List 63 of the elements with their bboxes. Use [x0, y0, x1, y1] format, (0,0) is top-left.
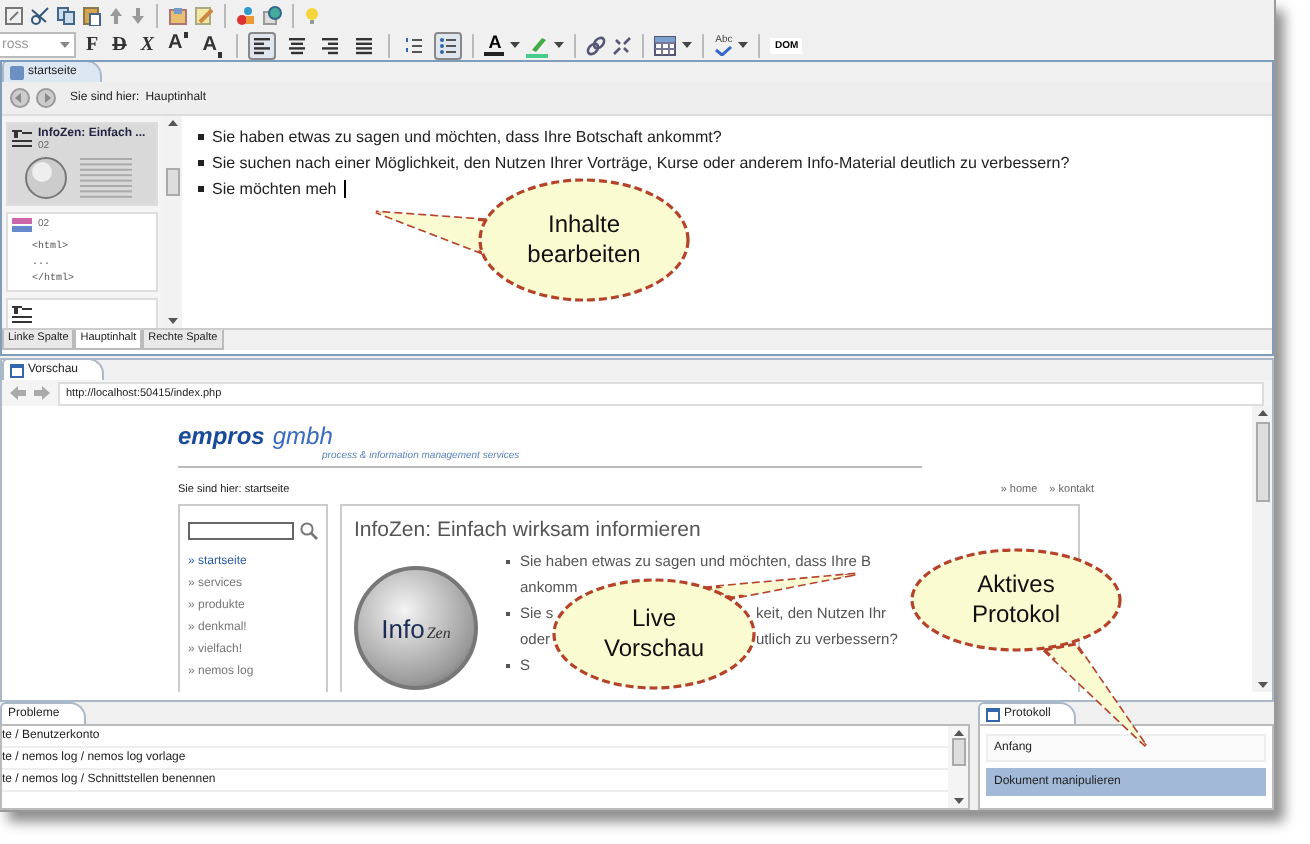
logo-thumbnail-icon: [24, 156, 68, 200]
caret-icon: [738, 41, 749, 49]
bullet-text: Sie suchen nach einer Möglichkeit, den Nutzen Ihrer Vorträge, Kurse oder anderem Info-Material deutlich zu verbessern?: [212, 154, 1070, 172]
unlink-icon[interactable]: [612, 35, 633, 55]
content-block-card[interactable]: [6, 298, 158, 328]
table-icon[interactable]: [654, 35, 677, 55]
text-block-icon: [12, 128, 32, 148]
scroll-down-icon[interactable]: [167, 318, 177, 324]
scrollbar-thumb[interactable]: [165, 168, 179, 196]
align-icon: [320, 35, 341, 55]
caret-icon: [554, 41, 565, 49]
scroll-down-icon[interactable]: [1257, 682, 1267, 688]
scissors-icon[interactable]: [30, 5, 50, 25]
text-block-icon: [12, 304, 32, 324]
format-button[interactable]: F: [82, 32, 103, 58]
numbered-list-icon: [404, 35, 425, 55]
scroll-up-icon[interactable]: [167, 120, 177, 126]
html-block-icon: [12, 218, 32, 234]
search-field[interactable]: [188, 522, 294, 540]
superscript-mark-icon: [184, 32, 189, 38]
card-icon[interactable]: [168, 5, 188, 25]
bullet-text: Sie möchten meh: [212, 180, 337, 198]
font-color-button[interactable]: A: [484, 34, 505, 56]
caret-icon: [682, 41, 693, 49]
callout-text: Live Vorschau: [603, 604, 705, 664]
caret-icon: [510, 41, 521, 49]
align-icon: [252, 35, 273, 55]
forward-icon[interactable]: [36, 88, 56, 108]
pencil-icon[interactable]: [4, 5, 24, 25]
checkmark-icon: [714, 45, 733, 55]
callout-text: Inhalte bearbeiten: [527, 210, 641, 270]
align-icon: [354, 35, 375, 55]
back-icon[interactable]: [10, 88, 30, 108]
format-button[interactable]: A: [198, 32, 227, 58]
format-button[interactable]: A: [164, 32, 193, 58]
subscript-mark-icon: [218, 52, 223, 58]
align-icon: [286, 35, 307, 55]
scrollbar-thumb[interactable]: [951, 738, 965, 766]
format-button[interactable]: D: [108, 32, 131, 58]
search-icon[interactable]: [300, 522, 318, 540]
company-logo-name: empros: [178, 422, 265, 450]
format-button[interactable]: X: [136, 32, 159, 58]
article-heading: InfoZen: Einfach wirksam informieren: [354, 518, 703, 542]
paste-icon[interactable]: [82, 5, 102, 25]
link-icon[interactable]: [586, 35, 607, 55]
shapes-icon[interactable]: [236, 5, 256, 25]
scrollbar-thumb[interactable]: [1255, 422, 1269, 502]
align-button[interactable]: [248, 31, 277, 59]
highlighter-icon[interactable]: [526, 33, 549, 57]
scroll-down-icon[interactable]: [953, 798, 963, 804]
page-icon: [10, 65, 24, 79]
bullet-list-icon: [438, 35, 459, 55]
company-logo-suffix: gmbh: [272, 422, 333, 450]
text-lines-icon: [80, 156, 132, 200]
callout-text: Aktives Protokol: [971, 570, 1061, 630]
pencil-note-icon[interactable]: [194, 5, 214, 25]
scroll-up-icon[interactable]: [1257, 410, 1267, 416]
copy-icon[interactable]: [56, 5, 76, 25]
infozen-logo: InfoZen: [354, 566, 478, 690]
bullet-text: Sie haben etwas zu sagen und möchten, dass Ihre Botschaft ankommt?: [212, 128, 722, 146]
text-cursor: [344, 180, 347, 198]
caret-icon: [60, 41, 70, 49]
list-button[interactable]: [434, 31, 463, 59]
